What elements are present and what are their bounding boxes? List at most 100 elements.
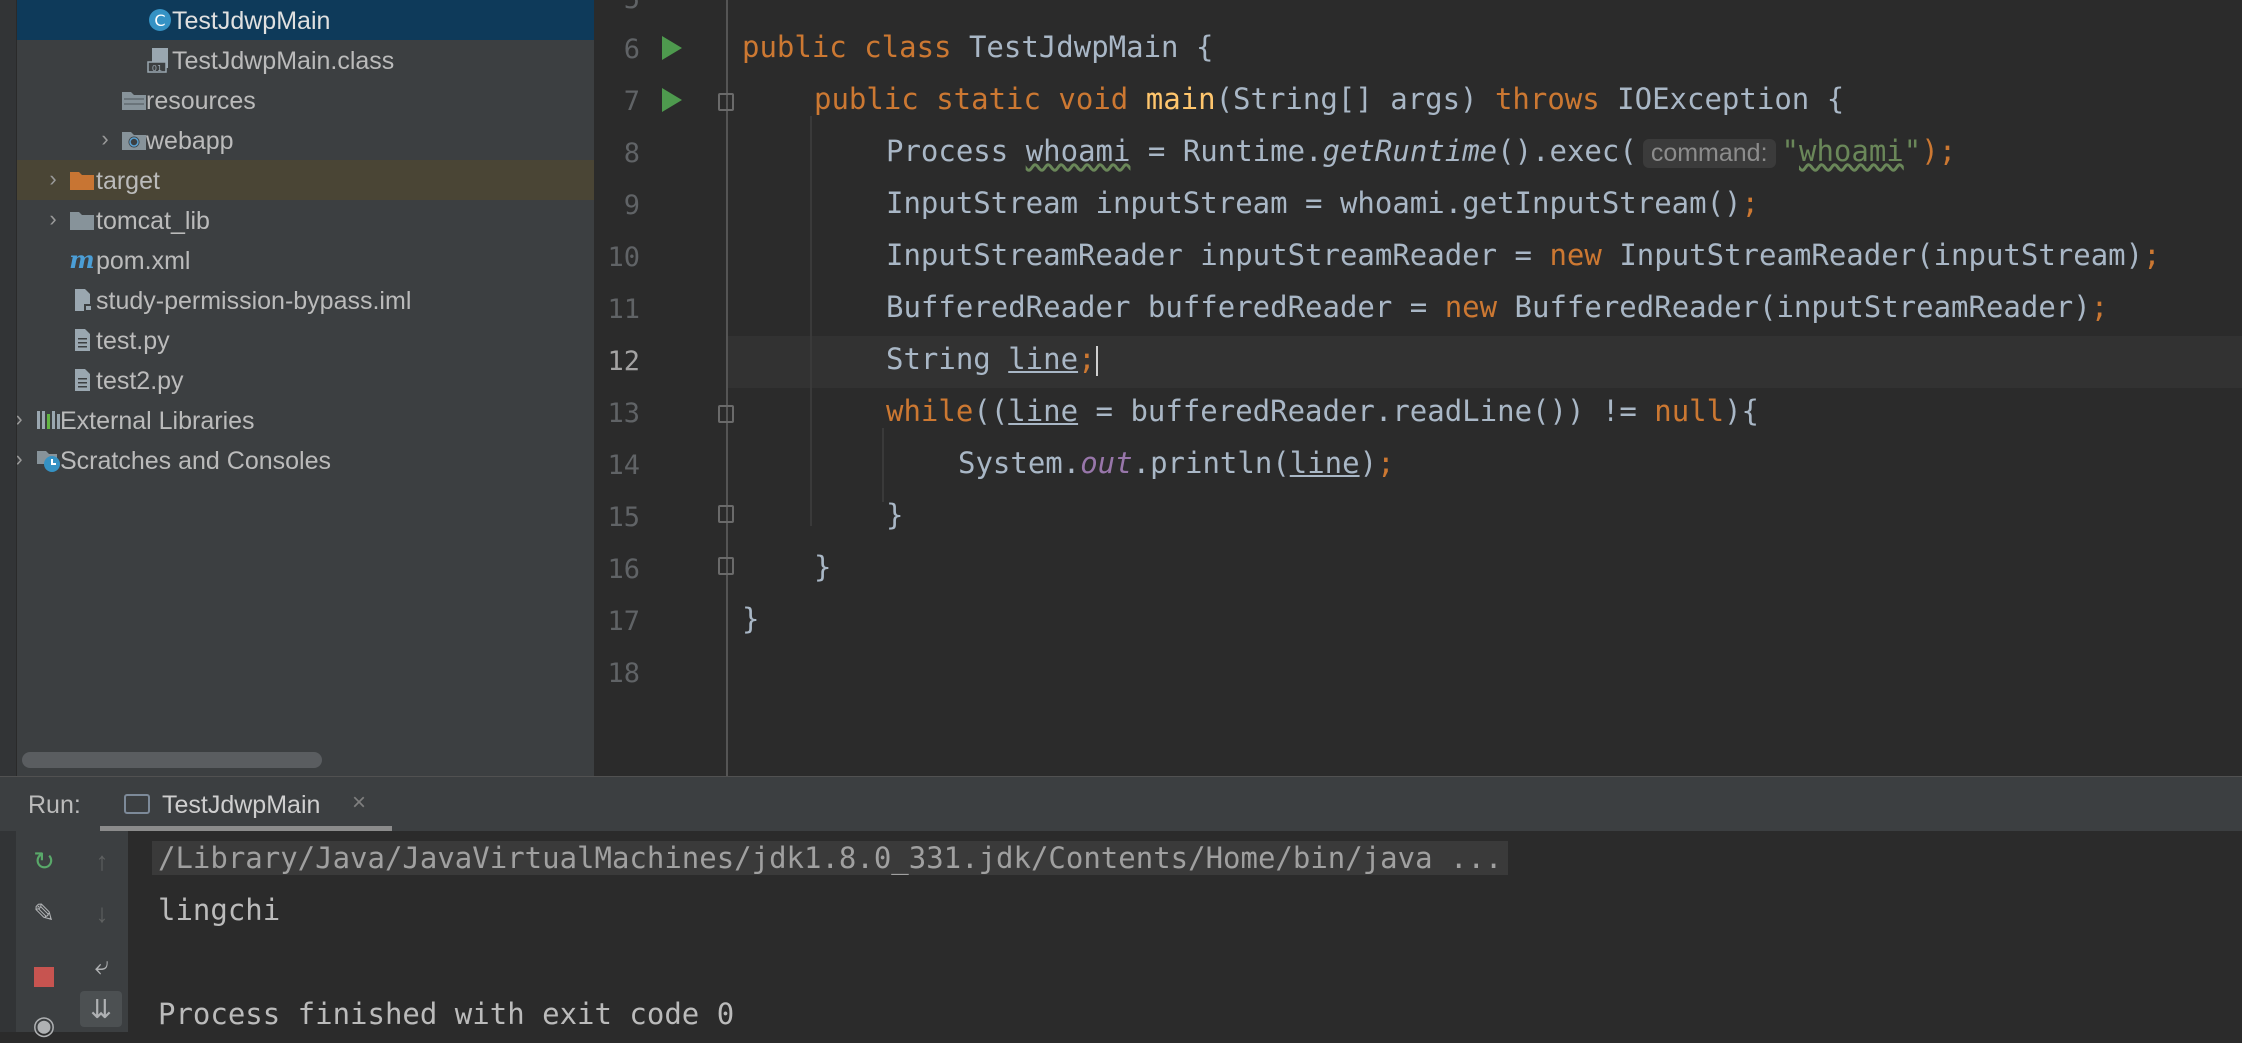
line-number: 16 [607,554,640,585]
tree-item-label: test.py [96,327,170,355]
code-editor[interactable] [596,0,2242,776]
stop-icon[interactable] [26,957,62,993]
text-caret [1095,346,1098,376]
tree-item-label: target [96,167,160,195]
code-line-7: public static void main(String[] args) t… [814,82,1845,116]
line-number-current: 12 [607,346,640,377]
folder-icon [122,92,146,110]
code-line-14: System.out.println(line); [958,446,1395,480]
code-line-15: } [886,498,904,532]
tree-item-pom-xml[interactable]: m pom.xml [16,240,594,280]
line-number: 10 [607,242,640,273]
left-tool-strip [0,0,17,1032]
line-number: 17 [607,606,640,637]
class-file-icon: 01 [147,48,168,73]
tree-item-webapp[interactable]: › webapp [16,120,594,160]
tree-item-test-py[interactable]: test.py [16,320,594,360]
parameter-hint: command: [1642,139,1776,168]
tree-item-label: test2.py [96,367,184,395]
run-class-icon[interactable] [662,36,682,60]
code-line-16: } [814,550,832,584]
code-line-11: BufferedReader bufferedReader = new Buff… [886,290,2109,324]
run-label: Run: [28,791,81,819]
ide-window: C TestJdwpMain 01 TestJdwpMain.class res… [0,0,2242,1040]
tree-item-test2-py[interactable]: test2.py [16,360,594,400]
line-number: 5 [596,0,640,15]
run-tab[interactable]: TestJdwpMain × [100,777,392,831]
fold-icon[interactable] [718,405,734,423]
project-tool-window: C TestJdwpMain 01 TestJdwpMain.class res… [0,0,594,776]
run-tool-window-header: Run: TestJdwpMain × [0,776,2242,831]
chevron-right-icon[interactable]: › [96,128,114,150]
code-line-13: while((line = bufferedReader.readLine())… [886,394,1760,428]
run-main-icon[interactable] [662,88,682,112]
tree-item-label: resources [146,87,256,115]
line-number: 9 [623,190,640,221]
java-class-icon: C [149,9,171,31]
console-exit-line: Process finished with exit code 0 [158,997,735,1031]
fold-icon[interactable] [718,93,734,111]
tree-item-target[interactable]: › target [16,160,594,200]
svg-text:C: C [154,11,165,30]
svg-text:01: 01 [152,64,162,73]
line-number: 14 [607,450,640,481]
code-line-6: public class TestJdwpMain { [742,30,1214,64]
file-icon [75,329,90,351]
web-folder-icon [122,132,146,150]
file-icon [75,289,92,312]
file-icon [75,369,90,391]
console-output[interactable]: /Library/Java/JavaVirtualMachines/jdk1.8… [128,831,2242,1032]
console-output-line: lingchi [158,893,281,927]
run-tab-label: TestJdwpMain [162,791,321,819]
line-number: 18 [607,658,640,689]
tree-item-testjdwpmain-class[interactable]: 01 TestJdwpMain.class [16,40,594,80]
tree-item-label: External Libraries [60,407,255,435]
tree-item-label: study-permission-bypass.iml [96,287,412,315]
arrow-up-icon[interactable]: ↑ [84,843,120,879]
tree-item-label: TestJdwpMain.class [172,47,395,75]
run-toolbar: ↻ ↑ ✎ ↓ ⤶ ⇊ ◉ [16,831,128,1040]
code-line-9: InputStream inputStream = whoami.getInpu… [886,186,1759,220]
svg-text:m: m [69,246,94,274]
tree-item-label: webapp [146,127,234,155]
horizontal-scrollbar[interactable] [22,752,322,768]
libraries-icon [37,411,60,429]
chevron-right-icon[interactable]: › [44,208,62,230]
gutter-separator [726,0,728,776]
tree-item-resources[interactable]: resources [16,80,594,120]
console-command-line: /Library/Java/JavaVirtualMachines/jdk1.8… [152,841,1509,875]
tree-item-tomcat-lib[interactable]: › tomcat_lib [16,200,594,240]
soft-wrap-icon[interactable]: ⤶ [84,947,120,983]
tree-item-label: pom.xml [96,247,191,275]
close-icon[interactable]: × [352,789,366,817]
scroll-to-end-icon[interactable]: ⇊ [80,991,122,1027]
code-line-17: } [742,602,760,636]
chevron-right-icon[interactable]: › [44,168,62,190]
line-number: 8 [623,138,640,169]
line-number: 6 [623,34,640,65]
line-number: 15 [607,502,640,533]
tree-item-iml-file[interactable]: study-permission-bypass.iml [16,280,594,320]
folder-icon [70,172,94,190]
tree-item-testjdwpmain[interactable]: C TestJdwpMain [16,0,594,40]
console-icon [124,794,150,814]
folder-icon [70,212,94,230]
line-number: 7 [623,86,640,117]
wrench-icon[interactable]: ✎ [26,895,62,931]
tree-item-scratches[interactable]: › Scratches and Consoles [15,440,594,480]
arrow-down-icon[interactable]: ↓ [84,895,120,931]
line-number: 11 [607,294,640,325]
fold-icon[interactable] [718,557,734,575]
tree-item-label: Scratches and Consoles [60,447,331,475]
code-line-12: String line; [886,342,1098,376]
indent-guide [810,116,812,526]
fold-icon[interactable] [718,505,734,523]
rerun-icon[interactable]: ↻ [26,843,62,879]
camera-icon[interactable]: ◉ [26,1007,62,1043]
code-line-10: InputStreamReader inputStreamReader = ne… [886,238,2161,272]
scratches-icon [37,451,60,472]
tree-item-label: tomcat_lib [96,207,210,235]
line-number: 13 [607,398,640,429]
indent-guide [882,428,884,502]
tree-item-external-libraries[interactable]: › External Libraries [15,400,594,440]
